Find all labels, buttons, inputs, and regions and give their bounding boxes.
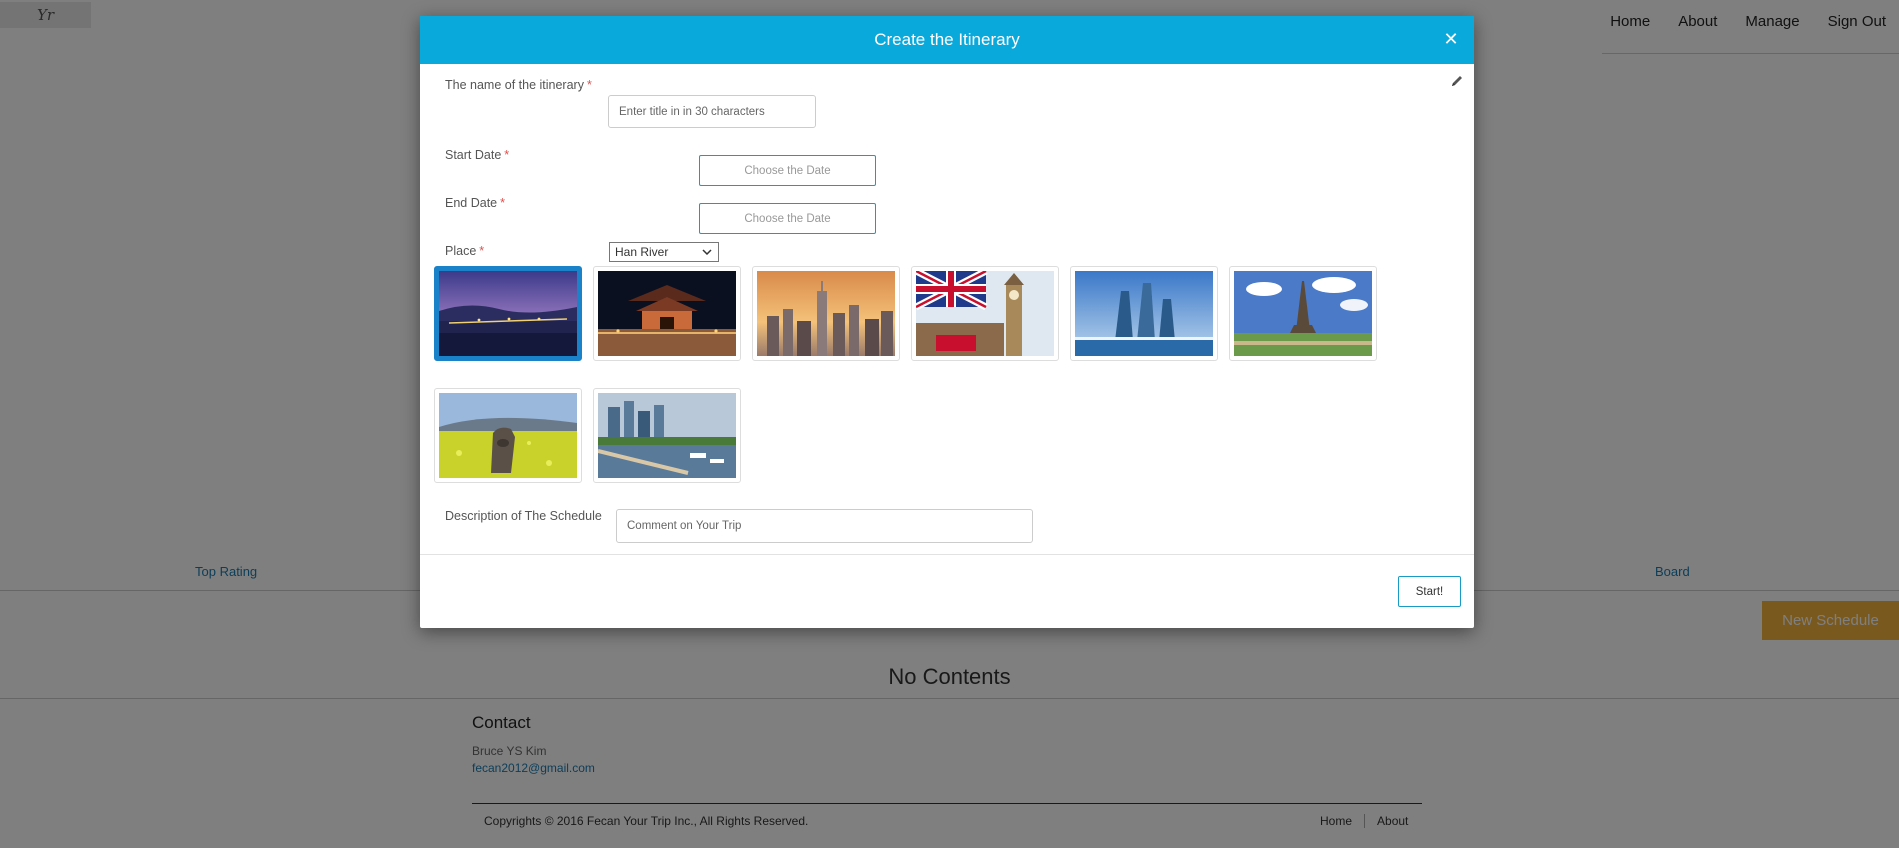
itinerary-name-input[interactable] bbox=[608, 95, 816, 128]
place-label-text: Place bbox=[445, 244, 477, 258]
end-date-label: End Date * bbox=[445, 196, 505, 210]
place-thumb-busan[interactable] bbox=[1070, 266, 1218, 361]
start-date-label: Start Date * bbox=[445, 148, 509, 162]
vancouver-harbor-image bbox=[598, 393, 736, 478]
place-thumb-new-york[interactable] bbox=[752, 266, 900, 361]
big-ben-union-jack-image bbox=[916, 271, 1054, 356]
start-date-button[interactable]: Choose the Date bbox=[699, 155, 876, 186]
close-icon[interactable]: ✕ bbox=[1440, 28, 1462, 50]
required-mark: * bbox=[479, 244, 485, 258]
start-button[interactable]: Start! bbox=[1398, 576, 1461, 607]
place-thumb-vancouver[interactable] bbox=[593, 388, 741, 483]
chevron-down-icon bbox=[702, 249, 712, 256]
place-select[interactable]: Han River bbox=[609, 242, 719, 262]
description-label: Description of The Schedule bbox=[445, 509, 602, 523]
create-itinerary-modal: Create the Itinerary ✕ The name of the i… bbox=[420, 16, 1474, 628]
place-thumb-palace-gate[interactable] bbox=[593, 266, 741, 361]
pencil-icon[interactable] bbox=[1450, 74, 1464, 88]
place-label: Place * bbox=[445, 244, 484, 258]
jeju-stone-statue-image bbox=[439, 393, 577, 478]
busan-towers-image bbox=[1075, 271, 1213, 356]
new-york-skyline-image bbox=[757, 271, 895, 356]
itinerary-name-label-text: The name of the itinerary bbox=[445, 78, 584, 92]
modal-footer-divider bbox=[420, 554, 1474, 555]
start-date-label-text: Start Date bbox=[445, 148, 502, 162]
place-thumb-han-river[interactable] bbox=[434, 266, 582, 361]
palace-gate-night-image bbox=[598, 271, 736, 356]
end-date-button[interactable]: Choose the Date bbox=[699, 203, 876, 234]
place-select-value: Han River bbox=[615, 245, 669, 259]
end-date-label-text: End Date bbox=[445, 196, 498, 210]
eiffel-tower-image bbox=[1234, 271, 1372, 356]
required-mark: * bbox=[500, 196, 505, 210]
required-mark: * bbox=[586, 78, 592, 92]
required-mark: * bbox=[504, 148, 510, 162]
modal-title: Create the Itinerary bbox=[874, 30, 1020, 49]
place-thumb-london[interactable] bbox=[911, 266, 1059, 361]
modal-header: Create the Itinerary ✕ bbox=[420, 16, 1474, 64]
place-thumb-paris[interactable] bbox=[1229, 266, 1377, 361]
itinerary-name-label: The name of the itinerary * bbox=[445, 78, 592, 92]
han-river-night-image bbox=[439, 271, 577, 356]
description-input[interactable] bbox=[616, 509, 1033, 543]
place-thumb-jeju[interactable] bbox=[434, 388, 582, 483]
